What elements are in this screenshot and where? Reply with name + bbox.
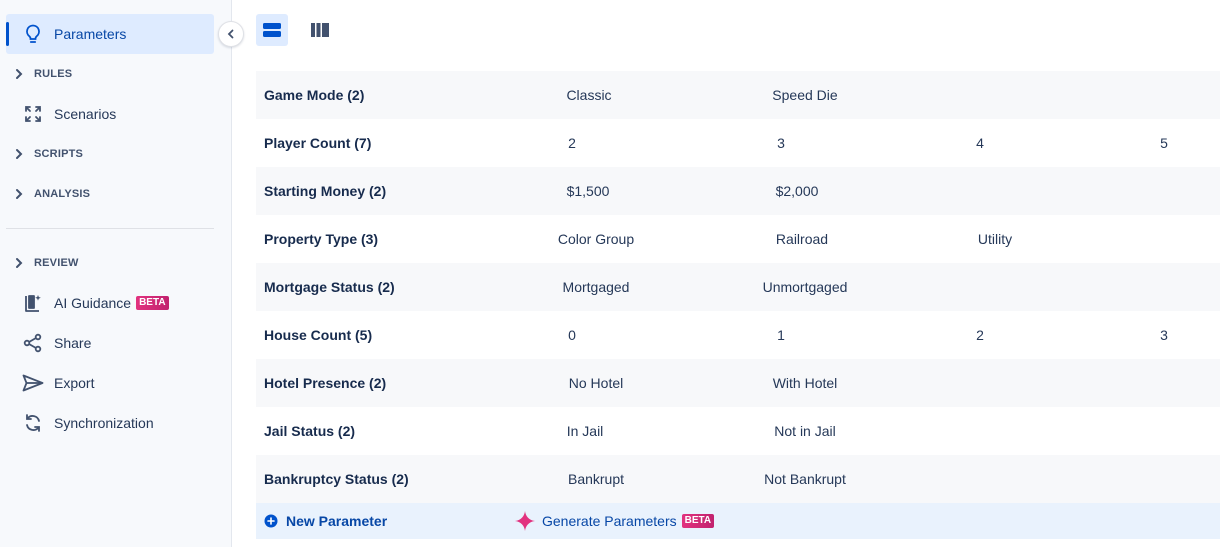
parameter-value: With Hotel <box>772 375 838 391</box>
table-row[interactable]: Hotel Presence (2) No Hotel With Hotel <box>256 359 1220 407</box>
parameter-name: House Count (5) <box>264 327 373 343</box>
parameter-name: Bankruptcy Status (2) <box>264 471 409 487</box>
table-row[interactable]: Bankruptcy Status (2) Bankrupt Not Bankr… <box>256 455 1220 503</box>
sidebar-item-label: Synchronization <box>54 415 154 431</box>
parameter-value: 1 <box>777 327 785 343</box>
new-parameter-button[interactable]: New Parameter <box>264 503 387 539</box>
chevron-right-icon <box>12 256 26 270</box>
table-row[interactable]: Player Count (7) 2 3 4 5 <box>256 119 1220 167</box>
table-row[interactable]: Jail Status (2) In Jail Not in Jail <box>256 407 1220 455</box>
plus-circle-icon <box>264 514 278 528</box>
sidebar: Parameters RULES Scenarios SCRIPTS ANALY… <box>0 0 232 547</box>
sidebar-item-label: AI Guidance <box>54 295 132 311</box>
sidebar-section-review[interactable]: REVIEW <box>12 243 79 283</box>
table-row[interactable]: Starting Money (2) $1,500 $2,000 <box>256 167 1220 215</box>
parameter-value: 2 <box>568 135 576 151</box>
table-row[interactable]: Property Type (3) Color Group Railroad U… <box>256 215 1220 263</box>
columns-view-button[interactable] <box>304 14 336 46</box>
parameter-value: Unmortgaged <box>762 279 848 295</box>
parameter-value: 2 <box>976 327 984 343</box>
chevron-left-icon <box>227 29 234 39</box>
parameter-value: Not Bankrupt <box>764 471 846 487</box>
parameter-value: Speed Die <box>772 87 838 103</box>
share-icon <box>22 332 44 354</box>
parameter-value: Railroad <box>775 231 829 247</box>
generate-parameters-label: Generate Parameters <box>542 513 677 529</box>
parameter-actions-bar: New Parameter Generate Parameters BETA <box>256 503 1220 539</box>
sidebar-section-label: REVIEW <box>34 257 79 269</box>
parameter-name: Hotel Presence (2) <box>264 375 387 391</box>
parameter-value: $1,500 <box>566 183 610 199</box>
parameter-value: 4 <box>976 135 984 151</box>
table-row[interactable]: House Count (5) 0 1 2 3 <box>256 311 1220 359</box>
rows-view-icon <box>263 23 281 37</box>
sparkle-icon <box>515 511 535 531</box>
sidebar-section-label: RULES <box>34 68 73 80</box>
parameter-name: Property Type (3) <box>264 231 379 247</box>
send-icon <box>22 372 44 394</box>
sidebar-section-scripts[interactable]: SCRIPTS <box>12 134 83 174</box>
parameter-value: Classic <box>566 87 612 103</box>
active-indicator <box>6 22 9 46</box>
chevron-right-icon <box>12 147 26 161</box>
parameter-value: Not in Jail <box>774 423 836 439</box>
parameter-name: Mortgage Status (2) <box>264 279 395 295</box>
sidebar-item-ai-guidance[interactable]: AI Guidance BETA <box>6 283 214 323</box>
parameter-value: No Hotel <box>568 375 624 391</box>
beta-badge: BETA <box>681 514 715 528</box>
parameter-value: 3 <box>777 135 785 151</box>
sync-icon <box>22 412 44 434</box>
parameter-name: Player Count (7) <box>264 135 372 151</box>
parameter-name: Starting Money (2) <box>264 183 387 199</box>
sidebar-section-analysis[interactable]: ANALYSIS <box>12 174 90 214</box>
sidebar-item-label: Export <box>54 375 95 391</box>
parameter-value: Utility <box>977 231 1013 247</box>
parameter-name: Game Mode (2) <box>264 87 365 103</box>
parameter-value: Mortgaged <box>562 279 630 295</box>
rows-view-button[interactable] <box>256 14 288 46</box>
sidebar-divider <box>6 228 214 229</box>
sidebar-item-share[interactable]: Share <box>6 323 214 363</box>
parameter-value: $2,000 <box>775 183 819 199</box>
table-row[interactable]: Mortgage Status (2) Mortgaged Unmortgage… <box>256 263 1220 311</box>
parameter-value: Bankrupt <box>567 471 625 487</box>
sidebar-item-label: Scenarios <box>54 106 117 122</box>
chevron-right-icon <box>12 187 26 201</box>
parameters-table: Game Mode (2) Classic Speed Die Player C… <box>256 71 1220 503</box>
beta-badge: BETA <box>136 296 169 310</box>
sidebar-section-label: SCRIPTS <box>34 148 84 160</box>
sidebar-item-parameters[interactable]: Parameters <box>6 14 214 54</box>
sidebar-item-export[interactable]: Export <box>6 363 214 403</box>
parameter-value: Color Group <box>557 231 635 247</box>
lightbulb-icon <box>22 23 44 45</box>
ai-guidance-icon <box>22 292 44 314</box>
collapse-sidebar-button[interactable] <box>218 21 244 47</box>
new-parameter-label: New Parameter <box>286 513 388 529</box>
parameter-name: Jail Status (2) <box>264 423 356 439</box>
sidebar-item-scenarios[interactable]: Scenarios <box>6 94 214 134</box>
columns-view-icon <box>311 23 329 37</box>
sidebar-item-label: Share <box>54 335 92 351</box>
parameter-value: 5 <box>1160 135 1168 151</box>
parameter-value: In Jail <box>566 423 604 439</box>
chevron-right-icon <box>12 67 26 81</box>
parameter-value: 0 <box>568 327 576 343</box>
sidebar-item-label: Parameters <box>54 26 127 42</box>
sidebar-section-label: ANALYSIS <box>34 188 91 200</box>
parameter-value: 3 <box>1160 327 1168 343</box>
sidebar-section-rules[interactable]: RULES <box>12 54 72 94</box>
generate-parameters-button[interactable]: Generate Parameters BETA <box>514 503 715 539</box>
expand-icon <box>22 103 44 125</box>
table-row[interactable]: Game Mode (2) Classic Speed Die <box>256 71 1220 119</box>
sidebar-item-synchronization[interactable]: Synchronization <box>6 403 214 443</box>
